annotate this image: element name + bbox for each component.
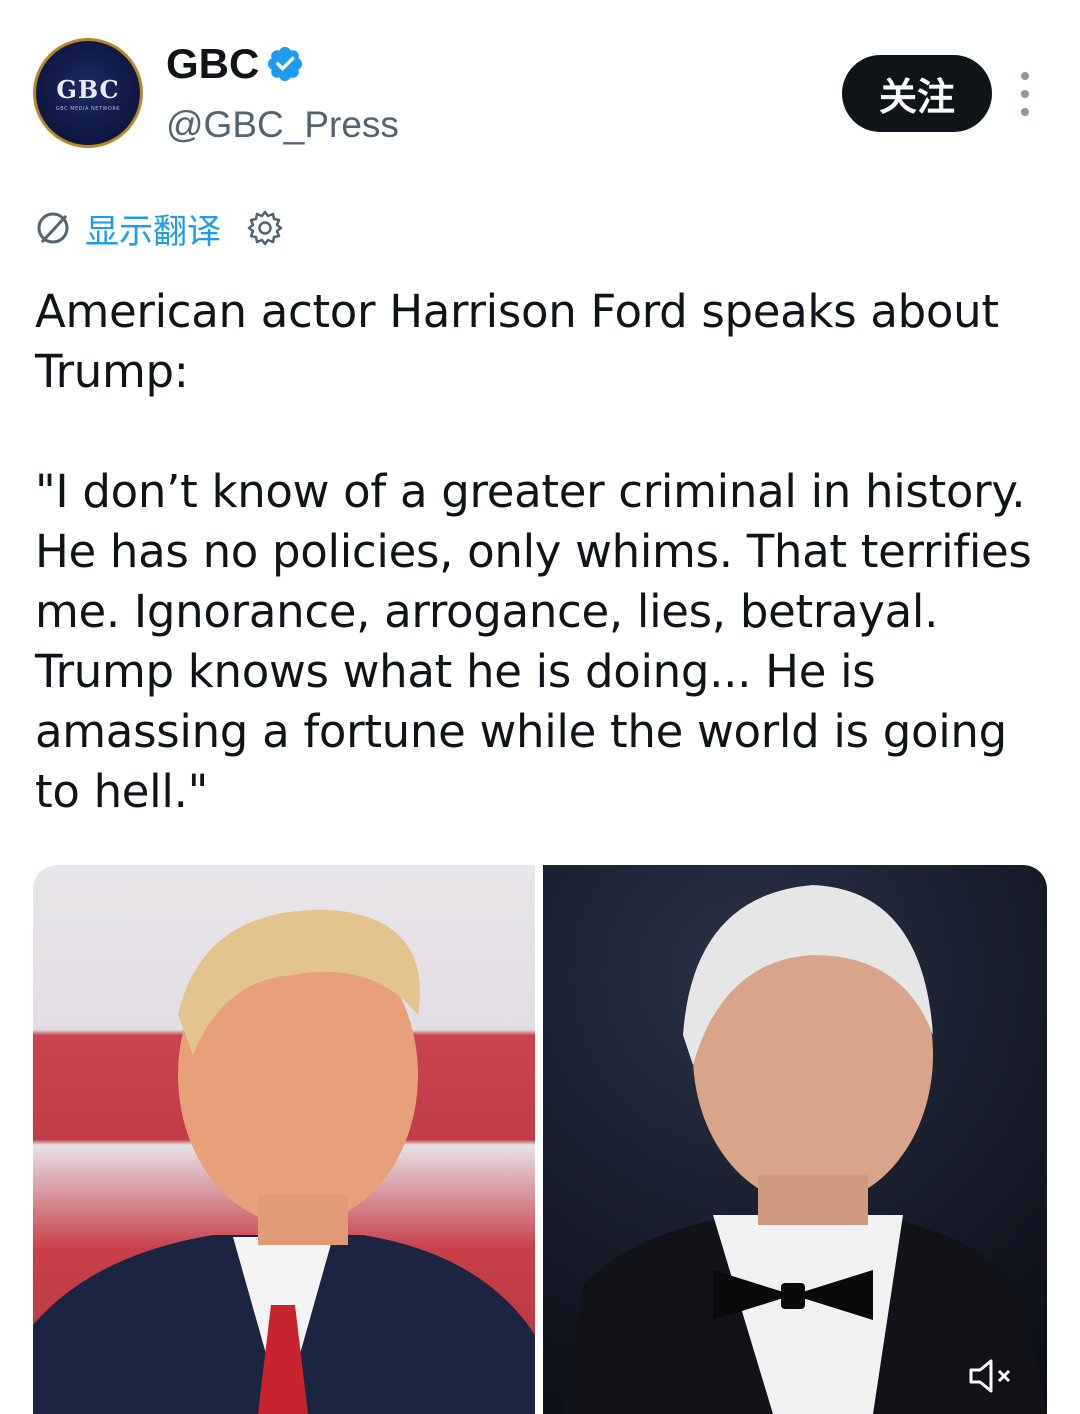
follow-button[interactable]: 关注: [842, 55, 992, 132]
translate-row[interactable]: 显示翻译: [33, 203, 285, 253]
more-dot: [1021, 72, 1029, 80]
globe-icon: [37, 212, 69, 244]
trump-figure: [33, 909, 535, 1414]
display-name[interactable]: GBC: [166, 40, 259, 88]
media-grid[interactable]: [33, 865, 1047, 1414]
more-dot: [1021, 90, 1029, 98]
photo-divider: [535, 865, 543, 1414]
more-dot: [1021, 108, 1029, 116]
avatar[interactable]: GBC GBC MEDIA NETWORK: [33, 38, 143, 148]
name-row: GBC: [166, 40, 305, 88]
tweet-text: American actor Harrison Ford speaks abou…: [35, 285, 1032, 818]
show-translation-link[interactable]: 显示翻译: [85, 204, 221, 253]
ford-figure: [563, 885, 1047, 1414]
avatar-logo: GBC: [56, 74, 120, 104]
handle[interactable]: @GBC_Press: [166, 103, 399, 147]
avatar-subtext: GBC MEDIA NETWORK: [55, 105, 121, 112]
verified-badge-icon: [268, 46, 303, 82]
harrison-ford-photo[interactable]: [543, 865, 1047, 1414]
trump-photo[interactable]: [33, 865, 535, 1414]
more-vertical-icon[interactable]: [1010, 72, 1040, 116]
tweet-header: GBC GBC MEDIA NETWORK GBC @GBC_Press 关注: [0, 0, 1080, 170]
muted-speaker-icon[interactable]: [967, 1356, 1019, 1396]
settings-icon[interactable]: [245, 208, 285, 248]
